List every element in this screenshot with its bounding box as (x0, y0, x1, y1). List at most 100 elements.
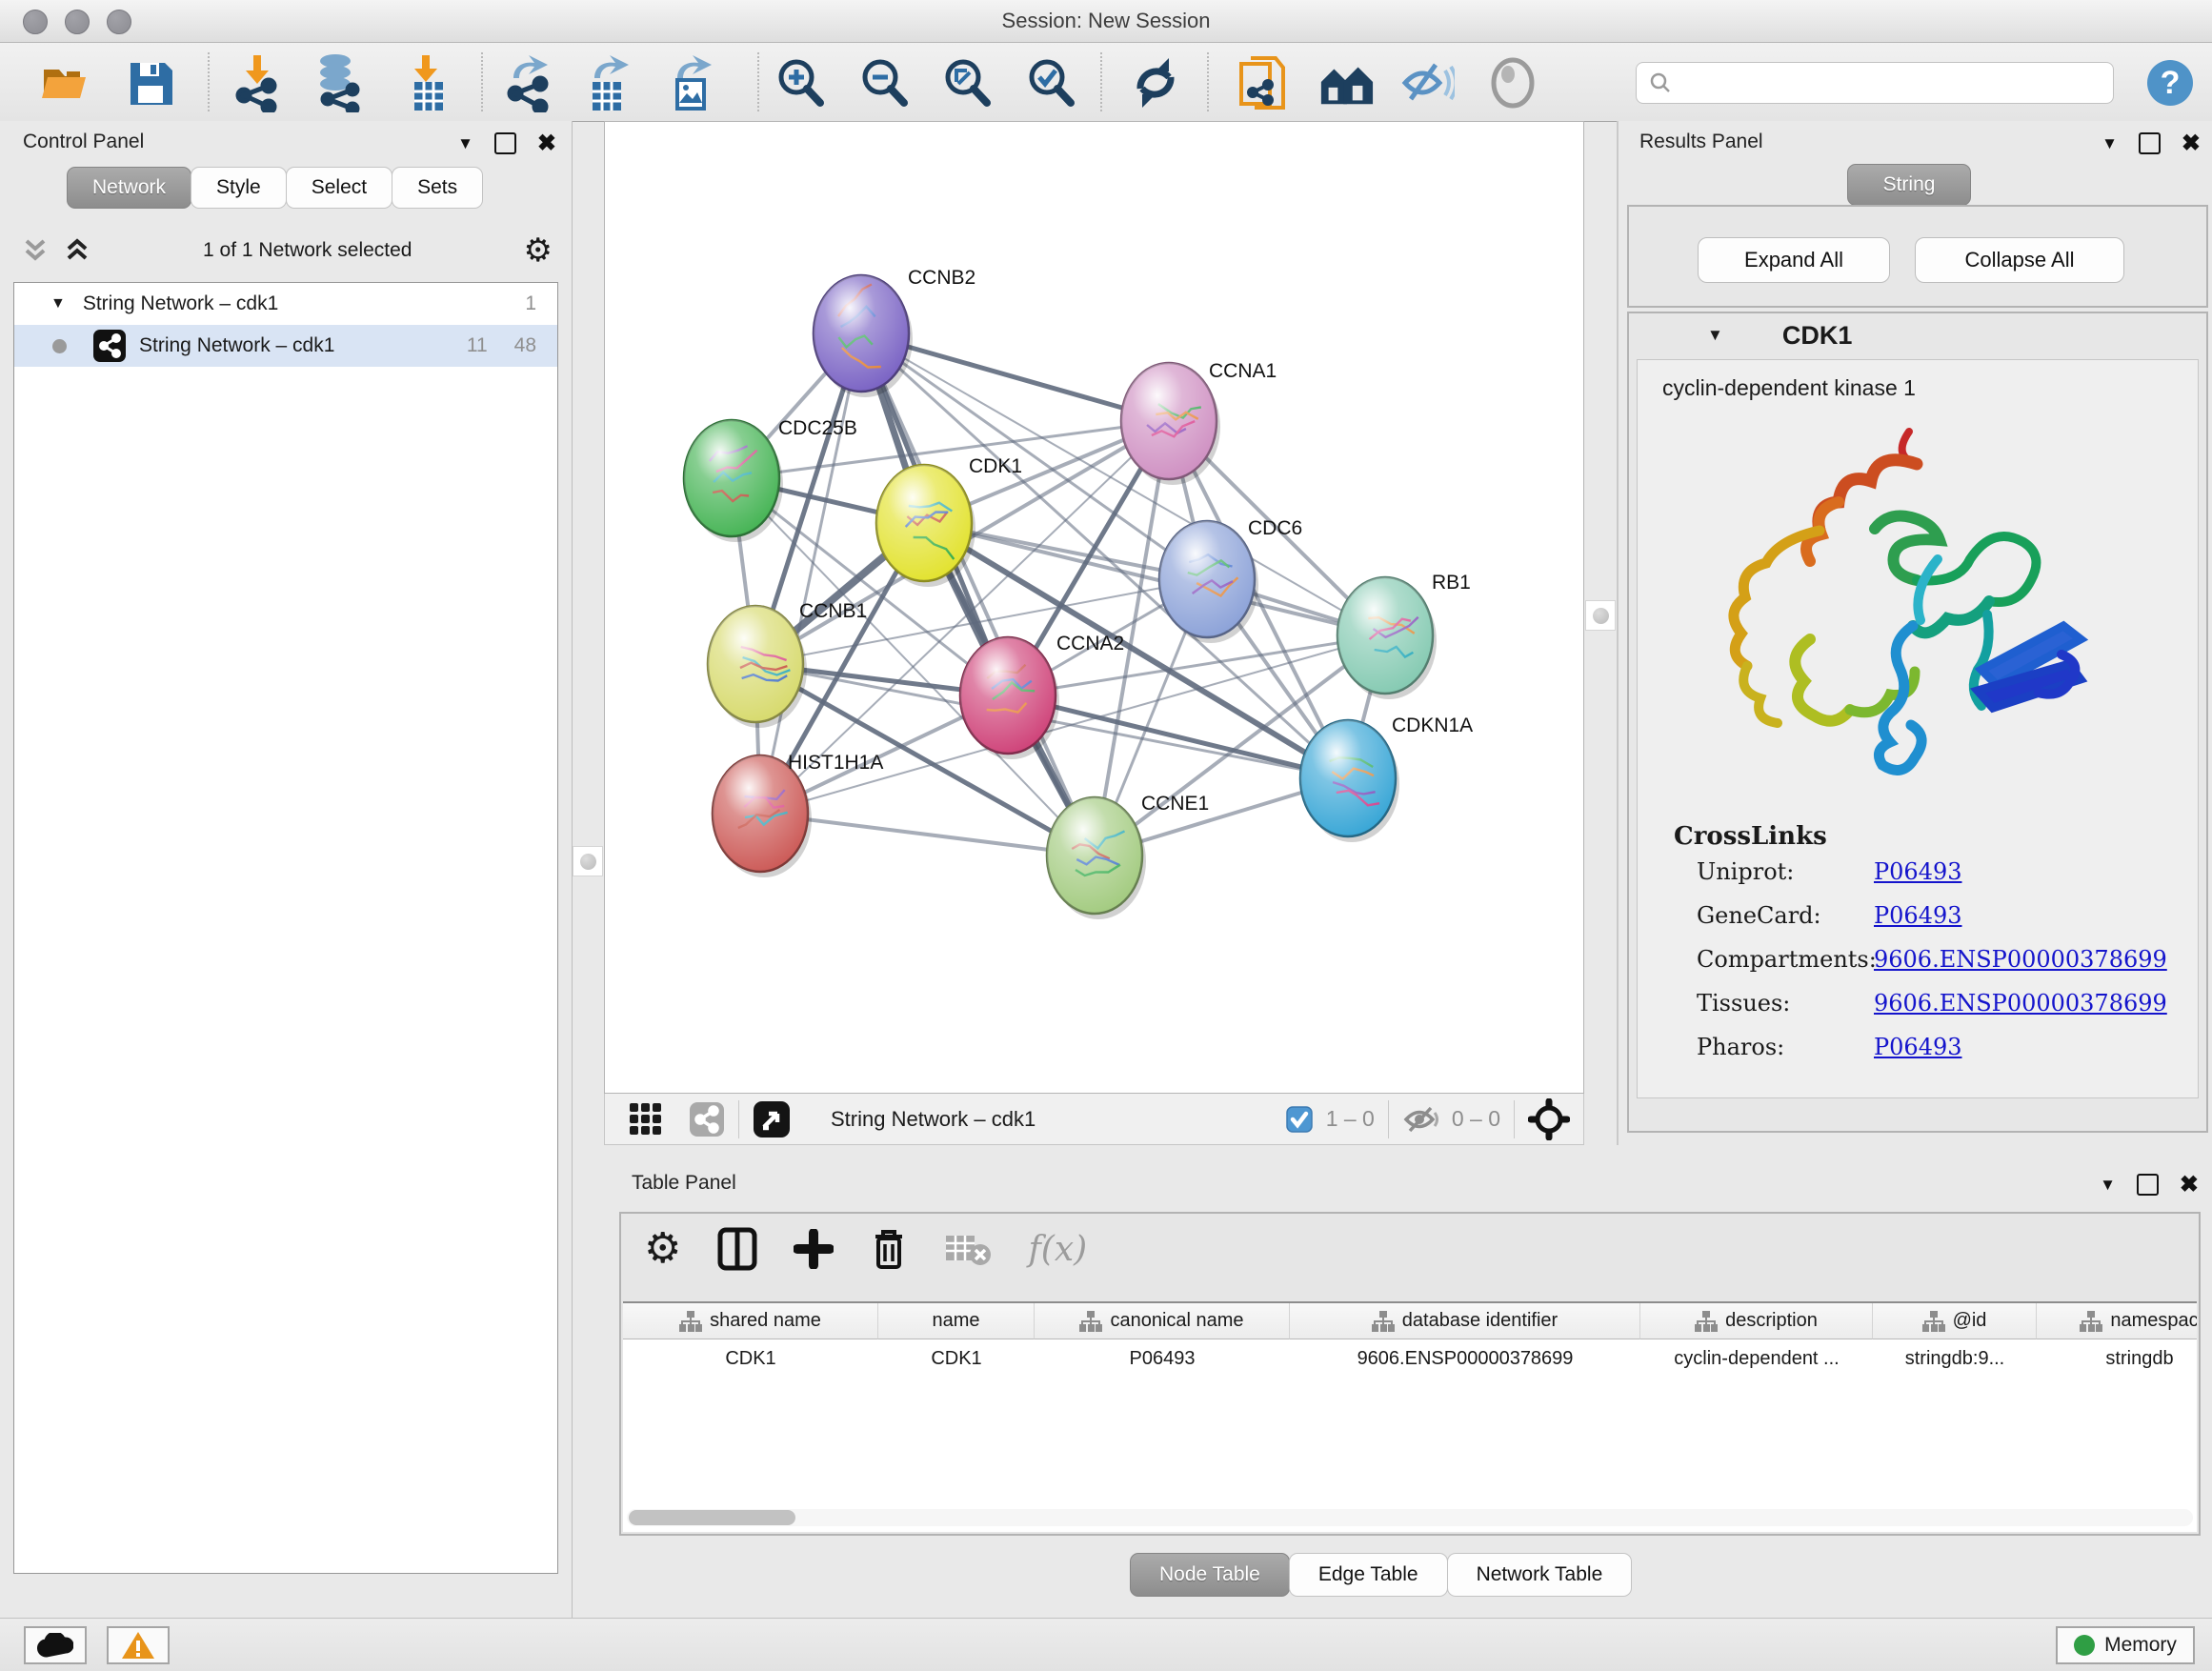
tab-node-table[interactable]: Node Table (1130, 1553, 1290, 1597)
hide-selection-icon[interactable] (1398, 54, 1456, 111)
fit-content-crosshair-icon[interactable] (1528, 1098, 1570, 1140)
zoom-in-icon[interactable] (772, 54, 829, 111)
search-input[interactable] (1680, 71, 2113, 95)
network-edge[interactable] (861, 333, 1095, 856)
birds-eye-view-icon[interactable] (753, 1100, 791, 1138)
network-node-CCNA1[interactable] (1121, 363, 1220, 485)
collapse-all-button[interactable]: Collapse All (1915, 237, 2124, 283)
cloud-status-button[interactable] (24, 1626, 87, 1664)
show-all-panels-icon[interactable] (1317, 54, 1375, 111)
network-view-mode-icon[interactable] (689, 1101, 725, 1137)
search-field[interactable] (1636, 62, 2114, 104)
close-panel-icon[interactable]: ✖ (2182, 134, 2201, 152)
tree-expander-icon[interactable]: ▼ (50, 295, 66, 312)
crosslink-value-link[interactable]: P06493 (1874, 1034, 1962, 1060)
crosslink-value-link[interactable]: P06493 (1874, 902, 1962, 929)
import-table-icon[interactable] (397, 54, 454, 111)
tab-network[interactable]: Network (67, 167, 191, 209)
expand-all-icon[interactable] (63, 237, 91, 264)
network-node-CDKN1A[interactable] (1300, 720, 1399, 842)
add-column-icon[interactable] (794, 1229, 834, 1269)
column-header-shared-name[interactable]: shared name (623, 1303, 878, 1339)
show-columns-icon[interactable] (717, 1227, 757, 1271)
column-header-canonical-name[interactable]: canonical name (1035, 1303, 1290, 1339)
table-cell[interactable]: CDK1 (878, 1339, 1035, 1378)
tab-sets[interactable]: Sets (392, 167, 483, 209)
network-node-RB1[interactable] (1337, 577, 1437, 699)
export-image-icon[interactable] (662, 54, 719, 111)
network-row[interactable]: String Network – cdk1 11 48 (14, 325, 557, 367)
crosslink-value-link[interactable]: 9606.ENSP00000378699 (1874, 990, 2167, 1017)
clone-network-icon[interactable] (1234, 54, 1291, 111)
column-type-tree-icon (1079, 1311, 1102, 1332)
table-settings-gear-icon[interactable]: ⚙ (644, 1228, 681, 1270)
tab-style[interactable]: Style (191, 167, 287, 209)
float-panel-icon[interactable] (2139, 132, 2161, 154)
memory-button[interactable]: Memory (2056, 1626, 2195, 1664)
network-selection-status: 1 of 1 Network selected (91, 239, 524, 262)
close-panel-icon[interactable]: ✖ (2180, 1176, 2199, 1194)
selected-checkbox-icon[interactable] (1286, 1106, 1313, 1133)
network-view-canvas[interactable]: CCNB2CCNA1CDC25BCDK1CDC6RB1CCNB1CCNA2CDK… (604, 121, 1584, 1094)
network-node-HIST1H1A[interactable] (713, 755, 812, 877)
table-cell[interactable]: cyclin-dependent ... (1640, 1339, 1873, 1378)
left-splitter-handle[interactable] (573, 846, 603, 876)
network-node-CCNA2[interactable] (960, 637, 1059, 759)
network-node-CDC6[interactable] (1159, 521, 1258, 643)
network-node-CCNB1[interactable] (708, 606, 807, 728)
collapse-all-icon[interactable] (21, 237, 50, 264)
open-session-icon[interactable] (36, 54, 93, 111)
import-network-from-file-icon[interactable] (229, 54, 286, 111)
function-builder-icon[interactable]: f(x) (1028, 1230, 1087, 1269)
tab-select[interactable]: Select (286, 167, 392, 209)
zoom-fit-icon[interactable] (938, 54, 995, 111)
delete-column-icon[interactable] (870, 1227, 908, 1271)
network-node-CCNE1[interactable] (1047, 797, 1146, 919)
table-cell[interactable]: CDK1 (623, 1339, 878, 1378)
network-node-CCNB2[interactable] (814, 275, 913, 397)
gene-expander-icon[interactable]: ▼ (1707, 326, 1723, 345)
delete-table-icon[interactable] (944, 1230, 992, 1268)
grid-view-icon[interactable] (628, 1101, 664, 1137)
hidden-eye-icon[interactable] (1402, 1104, 1440, 1135)
table-cell[interactable]: P06493 (1035, 1339, 1290, 1378)
float-panel-icon[interactable] (2137, 1174, 2159, 1196)
column-header-database-identifier[interactable]: database identifier (1290, 1303, 1640, 1339)
apply-layout-icon[interactable] (1127, 54, 1184, 111)
help-icon[interactable]: ? (2142, 54, 2199, 111)
collapse-panel-icon[interactable]: ▼ (2100, 1176, 2116, 1195)
column-header-description[interactable]: description (1640, 1303, 1873, 1339)
gene-section-header[interactable]: ▼ CDK1 (1629, 313, 2206, 357)
preview-icon[interactable] (1484, 54, 1541, 111)
save-session-icon[interactable] (122, 54, 179, 111)
tab-edge-table[interactable]: Edge Table (1289, 1553, 1448, 1597)
export-table-icon[interactable] (579, 54, 636, 111)
collapse-panel-icon[interactable]: ▼ (457, 134, 473, 153)
network-node-CDK1[interactable] (876, 465, 975, 587)
warnings-button[interactable] (107, 1626, 170, 1664)
column-header--id[interactable]: @id (1873, 1303, 2037, 1339)
crosslink-value-link[interactable]: 9606.ENSP00000378699 (1874, 946, 2167, 973)
gear-icon[interactable]: ⚙ (524, 236, 553, 265)
crosslink-value-link[interactable]: P06493 (1874, 858, 1962, 885)
right-splitter-handle[interactable] (1585, 600, 1616, 631)
tab-string[interactable]: String (1847, 164, 1971, 206)
close-panel-icon[interactable]: ✖ (537, 134, 556, 152)
horizontal-scrollbar[interactable] (627, 1509, 2193, 1526)
float-panel-icon[interactable] (494, 132, 516, 154)
network-collection-row[interactable]: ▼ String Network – cdk1 1 (14, 283, 557, 325)
column-header-name[interactable]: name (878, 1303, 1035, 1339)
export-network-icon[interactable] (500, 54, 557, 111)
import-network-from-database-icon[interactable] (310, 54, 367, 111)
column-header-namespac[interactable]: namespac (2037, 1303, 2197, 1339)
network-edge[interactable] (760, 333, 861, 814)
zoom-selected-icon[interactable] (1022, 54, 1079, 111)
table-cell[interactable]: stringdb:9... (1873, 1339, 2037, 1378)
tab-network-table[interactable]: Network Table (1447, 1553, 1633, 1597)
collapse-panel-icon[interactable]: ▼ (2101, 134, 2118, 153)
zoom-out-icon[interactable] (855, 54, 913, 111)
scrollbar-thumb[interactable] (629, 1510, 795, 1525)
table-cell[interactable]: stringdb (2037, 1339, 2197, 1378)
table-cell[interactable]: 9606.ENSP00000378699 (1290, 1339, 1640, 1378)
expand-all-button[interactable]: Expand All (1698, 237, 1890, 283)
